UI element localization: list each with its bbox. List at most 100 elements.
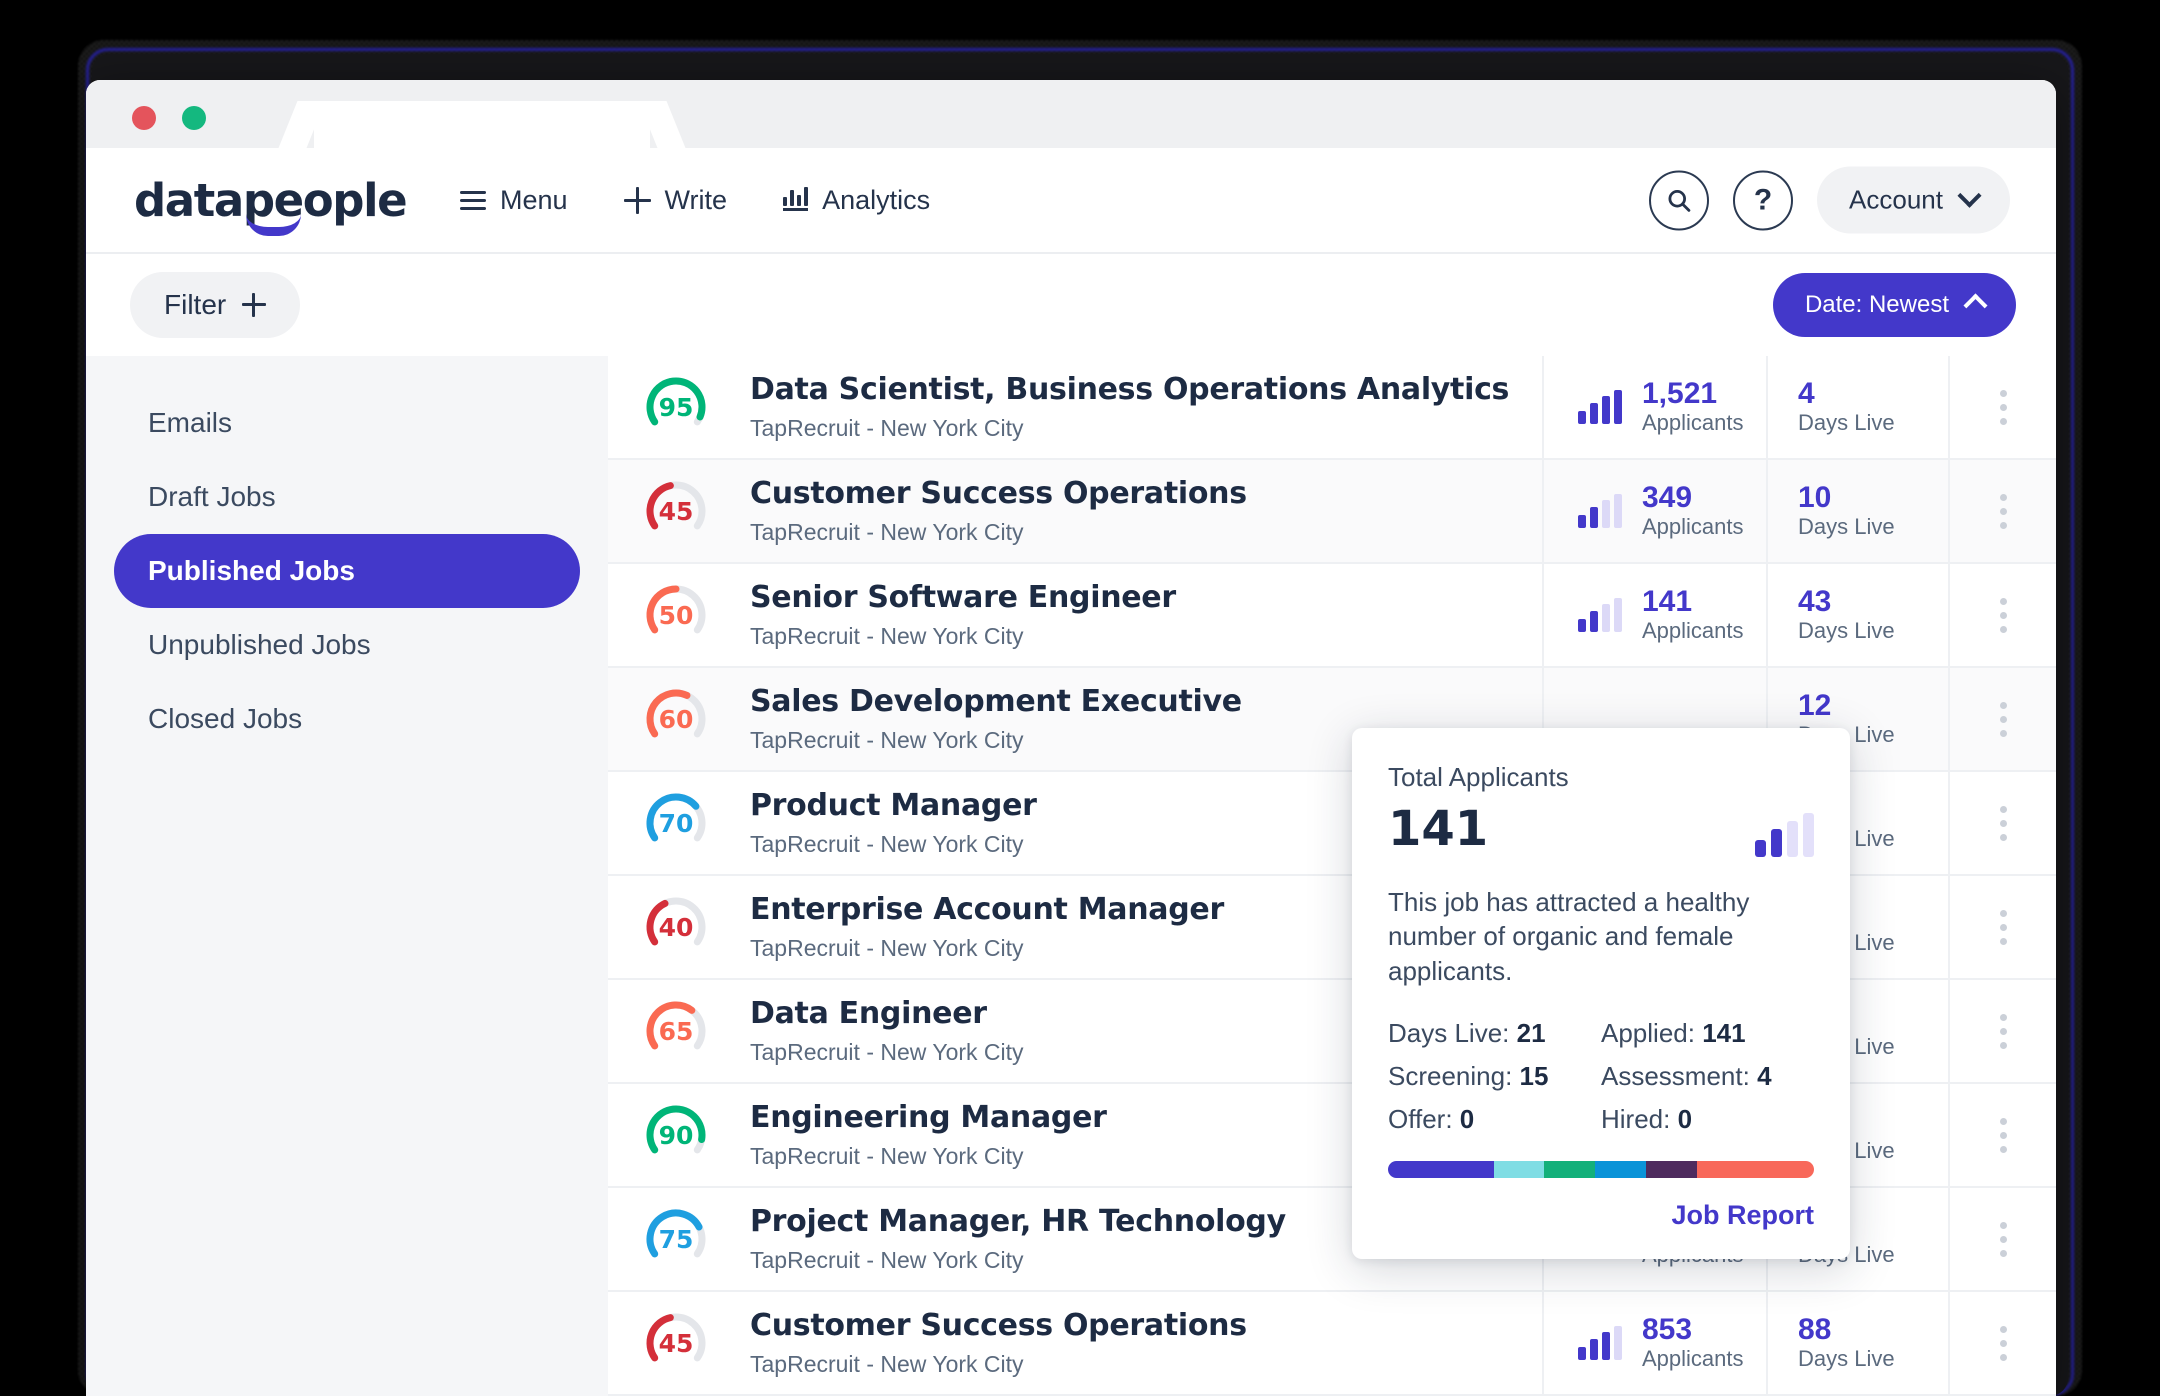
nav-write-label: Write: [664, 184, 728, 215]
more-options-icon[interactable]: [1999, 389, 2007, 425]
tooltip-stat-label: Offer:: [1388, 1103, 1453, 1134]
row-actions-cell[interactable]: [1948, 460, 2056, 562]
nav-menu[interactable]: Menu: [460, 185, 568, 216]
row-actions-cell[interactable]: [1948, 772, 2056, 874]
score-gauge-icon: 95: [643, 374, 709, 440]
table-row[interactable]: 95 Data Scientist, Business Operations An…: [608, 356, 2056, 460]
sort-button[interactable]: Date: Newest: [1772, 273, 2016, 337]
job-subtitle: TapRecruit - New York City: [750, 1351, 1024, 1377]
tooltip-stats-grid: Days Live: 21 Applied: 141 Screening: 15 As…: [1388, 1018, 1814, 1135]
days-live-label: Days Live: [1798, 513, 1895, 539]
more-options-icon[interactable]: [1999, 805, 2007, 841]
plus-icon: [623, 186, 651, 214]
nav-write[interactable]: Write: [623, 184, 728, 216]
score-gauge-icon: 90: [643, 1102, 709, 1168]
applicants-cell[interactable]: 141 Applicants: [1542, 564, 1766, 666]
maximize-window-icon[interactable]: [182, 106, 206, 130]
score-gauge-icon: 40: [643, 894, 709, 960]
row-actions-cell[interactable]: [1948, 876, 2056, 978]
score-value: 70: [658, 808, 694, 838]
sidebar-item-emails[interactable]: Emails: [114, 386, 580, 460]
more-options-icon[interactable]: [1999, 597, 2007, 633]
row-actions-cell[interactable]: [1948, 1188, 2056, 1290]
more-options-icon[interactable]: [1999, 1325, 2007, 1361]
sidebar-item-label: Emails: [148, 407, 233, 438]
job-score-cell: 95: [608, 356, 744, 458]
brand-logo[interactable]: datapeople: [134, 174, 408, 236]
applicants-count: 1,521: [1642, 377, 1718, 411]
score-gauge-icon: 45: [643, 1310, 709, 1376]
job-title: Customer Success Operations: [750, 1308, 1247, 1343]
header-actions: ? Account: [1649, 166, 2010, 234]
row-actions-cell[interactable]: [1948, 668, 2056, 770]
filter-button[interactable]: Filter: [130, 272, 301, 338]
job-score-cell: 45: [608, 1292, 744, 1394]
window-controls[interactable]: [132, 106, 206, 130]
close-window-icon[interactable]: [132, 106, 156, 130]
score-value: 95: [658, 392, 694, 422]
job-title-cell[interactable]: Customer Success Operations TapRecruit -…: [744, 1292, 1542, 1394]
applicants-cell[interactable]: 853 Applicants: [1542, 1292, 1766, 1394]
applicants-cell[interactable]: 349 Applicants: [1542, 460, 1766, 562]
search-icon: [1668, 189, 1691, 212]
job-title-cell[interactable]: Senior Software Engineer TapRecruit - Ne…: [744, 564, 1542, 666]
more-options-icon[interactable]: [1999, 909, 2007, 945]
more-options-icon[interactable]: [1999, 1013, 2007, 1049]
job-title-cell[interactable]: Data Scientist, Business Operations Anal…: [744, 356, 1542, 458]
browser-titlebar: [86, 80, 2056, 148]
account-label: Account: [1849, 184, 1943, 215]
more-options-icon[interactable]: [1999, 1221, 2007, 1257]
score-value: 60: [658, 704, 694, 734]
table-row[interactable]: 50 Senior Software Engineer TapRecruit - …: [608, 564, 2056, 668]
days-live-count: 10: [1798, 481, 1832, 515]
sidebar-item-closed-jobs[interactable]: Closed Jobs: [114, 682, 580, 756]
tooltip-stat-value: 0: [1677, 1103, 1693, 1134]
row-actions-cell[interactable]: [1948, 356, 2056, 458]
tooltip-headline-row: 141: [1388, 801, 1814, 857]
job-report-link[interactable]: Job Report: [1388, 1200, 1814, 1231]
tooltip-stat-label: Days Live:: [1388, 1017, 1510, 1048]
job-subtitle: TapRecruit - New York City: [750, 415, 1024, 441]
applicants-label: Applicants: [1642, 1345, 1744, 1371]
tooltip-stat: Offer: 0: [1388, 1104, 1601, 1135]
app-header: datapeople Menu Write Analytics ? Accoun…: [86, 148, 2056, 254]
chevron-up-icon: [1963, 292, 1988, 318]
sidebar-item-label: Unpublished Jobs: [148, 629, 371, 660]
account-menu-button[interactable]: Account: [1817, 166, 2010, 234]
logo-smile-icon: [246, 214, 301, 236]
table-row[interactable]: 45 Customer Success Operations TapRecruit…: [608, 1292, 2056, 1396]
more-options-icon[interactable]: [1999, 493, 2007, 529]
more-options-icon[interactable]: [1999, 701, 2007, 737]
search-button[interactable]: [1649, 170, 1710, 230]
row-actions-cell[interactable]: [1948, 980, 2056, 1082]
job-title: Data Scientist, Business Operations Anal…: [750, 372, 1510, 407]
funnel-segment: [1493, 1160, 1545, 1178]
applicants-block: 349 Applicants: [1642, 482, 1744, 540]
days-live-cell: 43 Days Live: [1766, 564, 1948, 666]
tooltip-stat-label: Assessment:: [1601, 1060, 1750, 1091]
tooltip-stat-label: Applied:: [1601, 1017, 1695, 1048]
days-live-count: 12: [1798, 689, 1832, 723]
sidebar-item-published-jobs[interactable]: Published Jobs: [114, 534, 580, 608]
funnel-segment: [1544, 1160, 1596, 1178]
row-actions-cell[interactable]: [1948, 564, 2056, 666]
nav-analytics[interactable]: Analytics: [783, 185, 930, 216]
row-actions-cell[interactable]: [1948, 1292, 2056, 1394]
primary-nav: Menu Write Analytics: [460, 185, 930, 216]
days-live-label: Days Live: [1798, 409, 1895, 435]
nav-menu-label: Menu: [500, 184, 568, 215]
sidebar-item-unpublished-jobs[interactable]: Unpublished Jobs: [114, 608, 580, 682]
job-title-cell[interactable]: Customer Success Operations TapRecruit -…: [744, 460, 1542, 562]
sidebar-item-label: Published Jobs: [148, 555, 355, 586]
more-options-icon[interactable]: [1999, 1117, 2007, 1153]
applicants-cell[interactable]: 1,521 Applicants: [1542, 356, 1766, 458]
table-row[interactable]: 45 Customer Success Operations TapRecruit…: [608, 460, 2056, 564]
sidebar-item-draft-jobs[interactable]: Draft Jobs: [114, 460, 580, 534]
bar-chart-icon: [783, 187, 809, 211]
tooltip-stat: Applied: 141: [1601, 1018, 1814, 1049]
signal-strength-icon: [1578, 598, 1622, 632]
browser-tab[interactable]: [314, 101, 650, 148]
row-actions-cell[interactable]: [1948, 1084, 2056, 1186]
help-button[interactable]: ?: [1733, 170, 1794, 230]
signal-strength-icon: [1578, 1326, 1622, 1360]
